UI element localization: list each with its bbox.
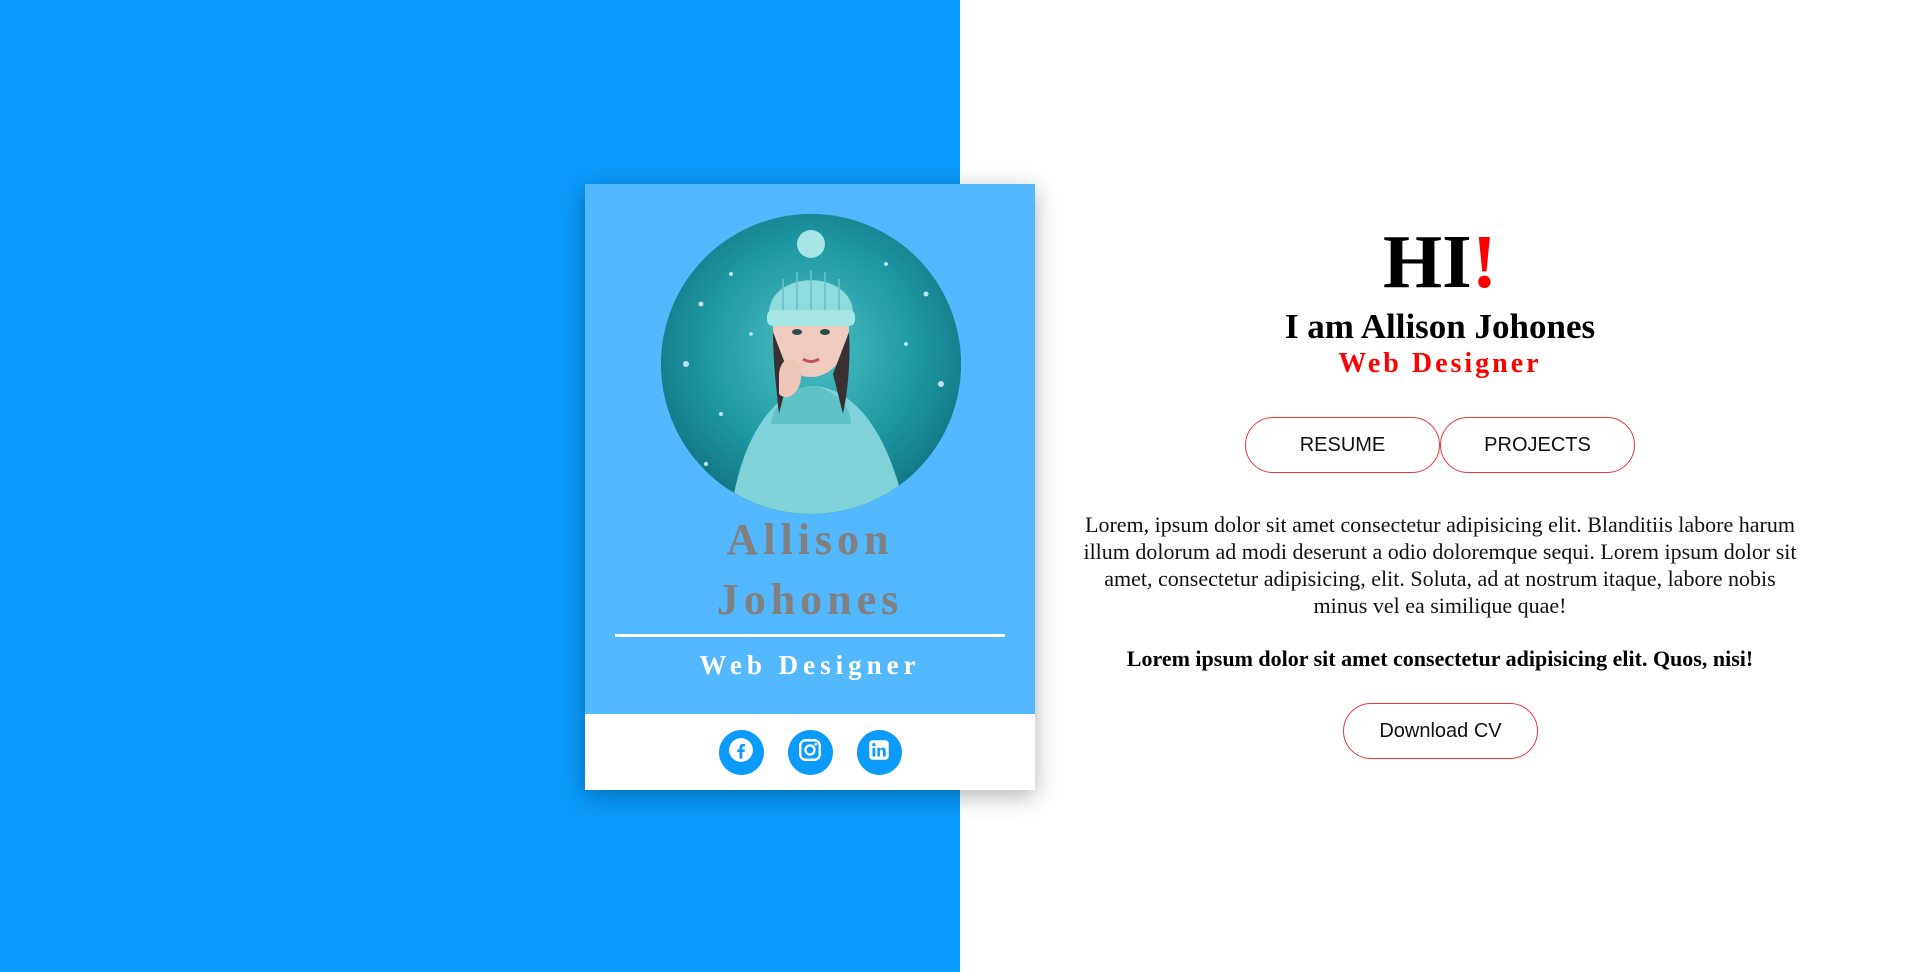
card-divider [615,634,1005,637]
intro-heading: I am Allison Johones [1284,307,1596,346]
profile-card: Allison Johones Web Designer [585,184,1035,790]
download-wrapper: Download CV [1343,703,1538,759]
resume-button[interactable]: RESUME [1245,417,1440,473]
profile-card-header: Allison Johones Web Designer [585,184,1035,714]
instagram-link[interactable] [787,729,833,775]
greeting-exclamation: ! [1471,220,1497,304]
projects-button[interactable]: PROJECTS [1440,417,1635,473]
card-role: Web Designer [699,650,921,680]
card-name-last: Johones [716,575,904,624]
greeting-heading: HI! [1040,222,1840,302]
highlight-paragraph: Lorem ipsum dolor sit amet consectetur a… [1126,646,1754,671]
card-name-first: Allison [726,515,894,564]
linkedin-link[interactable] [856,729,902,775]
download-cv-button[interactable]: Download CV [1343,703,1538,759]
action-buttons: RESUME PROJECTS [1245,417,1635,473]
facebook-link[interactable] [718,729,764,775]
profile-avatar [661,214,961,514]
facebook-icon [728,737,754,768]
social-links [585,714,1035,790]
role-subheading: Web Designer [1338,348,1542,379]
description-paragraph: Lorem, ipsum dolor sit amet consectetur … [1083,512,1797,618]
linkedin-icon [866,737,892,768]
greeting-text: HI [1382,220,1472,304]
right-background-panel [960,0,1920,972]
card-name: Allison Johones [585,510,1035,630]
instagram-icon [797,737,823,768]
